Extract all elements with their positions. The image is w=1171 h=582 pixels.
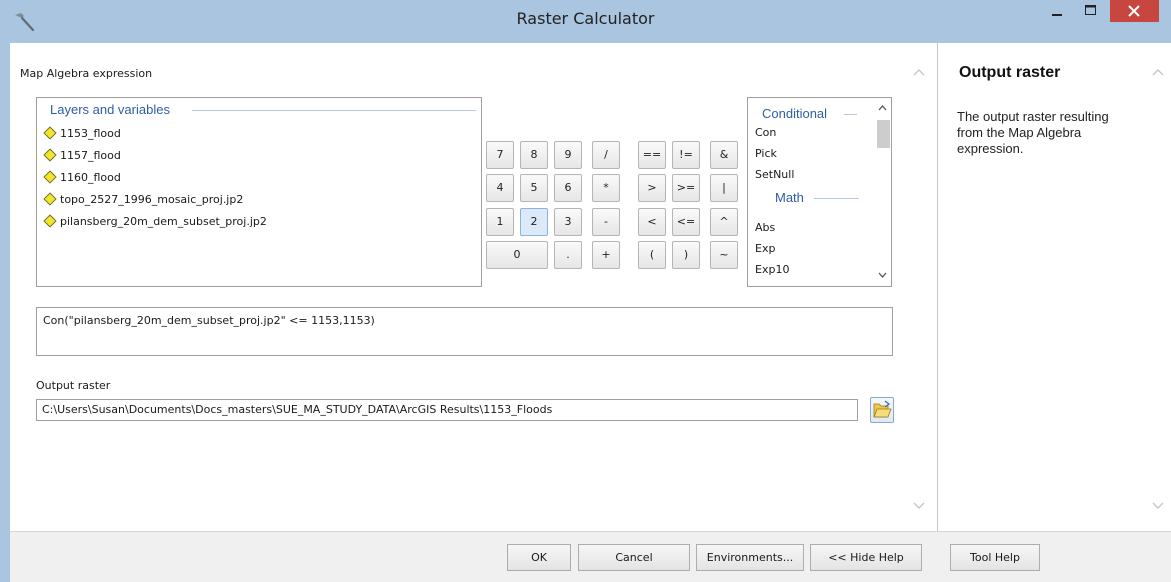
raster-diamond-icon	[43, 214, 57, 228]
tool-item-abs[interactable]: Abs	[755, 221, 775, 234]
tool-help-button[interactable]: Tool Help	[950, 544, 1040, 571]
tool-item-setnull[interactable]: SetNull	[755, 168, 794, 181]
button-bar: OK Cancel Environments... << Hide Help T…	[10, 531, 1171, 582]
keypad-button[interactable]: 8	[520, 141, 548, 169]
tool-item-exp[interactable]: Exp	[755, 242, 775, 255]
raster-calculator-window: Raster Calculator Map Algebra expression…	[0, 0, 1171, 582]
browse-button[interactable]	[870, 397, 894, 423]
keypad-button[interactable]: >	[638, 174, 666, 202]
keypad-button[interactable]: 3	[554, 208, 582, 236]
minimize-button[interactable]	[1040, 0, 1074, 22]
title-bar[interactable]: Raster Calculator	[0, 0, 1171, 42]
group-divider	[192, 110, 476, 111]
keypad-button[interactable]: 6	[554, 174, 582, 202]
tool-item-con[interactable]: Con	[755, 126, 776, 139]
keypad-button[interactable]: +	[592, 241, 620, 269]
keypad-button[interactable]: 7	[486, 141, 514, 169]
open-folder-icon	[873, 400, 892, 418]
scroll-thumb[interactable]	[877, 120, 890, 148]
keypad-button[interactable]: -	[592, 208, 620, 236]
window-title: Raster Calculator	[516, 9, 655, 28]
keypad-button[interactable]: ==	[638, 141, 666, 169]
keypad-button[interactable]: )	[672, 241, 700, 269]
layer-item[interactable]: 1153_flood	[43, 123, 121, 143]
layers-and-variables-list[interactable]: Layers and variables 1153_flood 1157_floo…	[36, 97, 482, 287]
hide-help-button[interactable]: << Hide Help	[810, 544, 922, 571]
minimize-icon	[1052, 14, 1062, 16]
keypad-button[interactable]: 1	[486, 208, 514, 236]
keypad-button[interactable]: <=	[672, 208, 700, 236]
keypad-button[interactable]: ^	[710, 208, 738, 236]
help-title: Output raster	[959, 64, 1061, 81]
layer-item-label: pilansberg_20m_dem_subset_proj.jp2	[60, 214, 267, 228]
help-scroll-up-icon[interactable]	[1151, 67, 1165, 77]
keypad-button[interactable]: !=	[672, 141, 700, 169]
tool-item-exp10[interactable]: Exp10	[755, 263, 789, 276]
layer-item-label: 1157_flood	[60, 148, 121, 162]
conditional-group-header: Conditional	[762, 106, 828, 121]
pane-scroll-up-icon[interactable]	[912, 67, 926, 77]
group-divider	[844, 114, 857, 115]
keypad-button[interactable]: ~	[710, 241, 738, 269]
group-divider	[814, 198, 859, 199]
layer-item[interactable]: 1160_flood	[43, 167, 121, 187]
raster-diamond-icon	[43, 148, 57, 162]
layer-item[interactable]: 1157_flood	[43, 145, 121, 165]
keypad-button[interactable]: 5	[520, 174, 548, 202]
keypad-button[interactable]: 4	[486, 174, 514, 202]
help-pane: Output raster The output raster resultin…	[937, 43, 1171, 531]
raster-diamond-icon	[43, 170, 57, 184]
expression-textbox[interactable]: Con("pilansberg_20m_dem_subset_proj.jp2"…	[36, 307, 893, 356]
cancel-button[interactable]: Cancel	[578, 544, 690, 571]
ok-button[interactable]: OK	[507, 544, 571, 571]
keypad-button[interactable]: >=	[672, 174, 700, 202]
pane-scroll-down-icon[interactable]	[912, 501, 926, 511]
layer-item[interactable]: topo_2527_1996_mosaic_proj.jp2	[43, 189, 243, 209]
environments-button[interactable]: Environments...	[696, 544, 804, 571]
parameters-pane: Map Algebra expression Layers and variab…	[10, 43, 935, 531]
maximize-icon	[1085, 5, 1096, 15]
keypad-button[interactable]: .	[554, 241, 582, 269]
help-text: The output raster resulting from the Map…	[957, 109, 1109, 156]
keypad-button[interactable]: *	[592, 174, 620, 202]
keypad-button[interactable]: (	[638, 241, 666, 269]
math-group-header: Math	[775, 190, 804, 205]
layer-item-label: 1160_flood	[60, 170, 121, 184]
hammer-icon	[15, 13, 35, 32]
raster-diamond-icon	[43, 126, 57, 140]
help-scroll-down-icon[interactable]	[1151, 501, 1165, 511]
expression-label: Map Algebra expression	[20, 67, 153, 80]
tool-item-pick[interactable]: Pick	[755, 147, 777, 160]
layer-item-label: 1153_flood	[60, 126, 121, 140]
keypad-button[interactable]: 9	[554, 141, 582, 169]
tools-scrollbar[interactable]	[874, 98, 891, 286]
keypad-button[interactable]: |	[710, 174, 738, 202]
keypad-button[interactable]: 2	[520, 208, 548, 236]
raster-diamond-icon	[43, 192, 57, 206]
output-raster-label: Output raster	[36, 379, 111, 392]
keypad-button[interactable]: /	[592, 141, 620, 169]
close-button[interactable]	[1110, 0, 1159, 22]
layer-item[interactable]: pilansberg_20m_dem_subset_proj.jp2	[43, 211, 267, 231]
scroll-up-icon[interactable]	[874, 101, 891, 115]
layer-item-label: topo_2527_1996_mosaic_proj.jp2	[60, 192, 244, 206]
maximize-button[interactable]	[1074, 0, 1108, 22]
keypad-button[interactable]: &	[710, 141, 738, 169]
output-raster-field[interactable]: C:\Users\Susan\Documents\Docs_masters\SU…	[36, 399, 858, 421]
keypad-button[interactable]: <	[638, 208, 666, 236]
close-icon	[1128, 5, 1140, 17]
keypad-button[interactable]: 0	[486, 241, 548, 269]
dialog-client: Map Algebra expression Layers and variab…	[10, 43, 1171, 582]
tools-list[interactable]: Conditional Con Pick SetNull Math Abs Ex…	[747, 97, 892, 287]
layers-group-header: Layers and variables	[50, 102, 170, 117]
scroll-down-icon[interactable]	[874, 268, 891, 282]
